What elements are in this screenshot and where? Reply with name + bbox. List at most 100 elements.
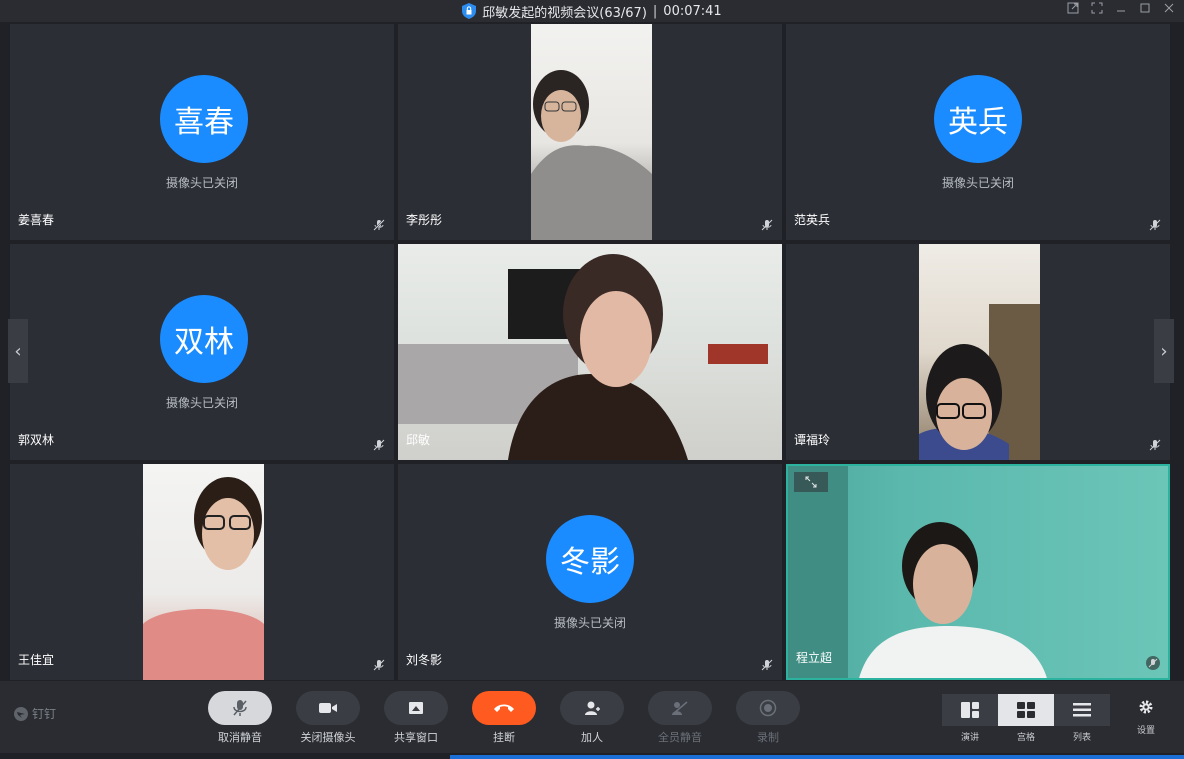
shield-lock-icon — [462, 3, 477, 19]
view-speaker-box[interactable] — [942, 694, 998, 726]
participant-tile[interactable]: 邱敏 — [398, 244, 782, 460]
participant-name: 郭双林 — [18, 433, 55, 447]
window-controls — [1066, 2, 1176, 18]
person-silhouette — [919, 304, 1040, 460]
person-silhouette — [788, 466, 1047, 678]
next-page-button[interactable]: › — [1154, 319, 1174, 383]
camera-off-label: 摄像头已关闭 — [165, 176, 238, 190]
participant-tile[interactable]: 谭福玲 — [786, 244, 1170, 460]
muted-mic-icon — [761, 219, 773, 231]
avatar: 喜春 — [160, 75, 248, 163]
participant-tile[interactable]: 程立超 — [786, 464, 1170, 680]
avatar: 双林 — [160, 295, 248, 383]
muted-mic-icon — [1149, 219, 1161, 231]
participant-name: 邱敏 — [406, 433, 431, 447]
camera-off-label: 摄像头已关闭 — [941, 176, 1014, 190]
share-window-label: 共享窗口 — [394, 731, 438, 744]
camera-off-label: 关闭摄像头 — [300, 731, 356, 744]
mute-all-pill[interactable] — [648, 691, 712, 725]
popout-icon[interactable] — [1066, 2, 1080, 18]
meeting-title: 邱敏发起的视频会议(63/67) — [482, 5, 647, 21]
hangup-icon — [494, 704, 514, 712]
add-person-button[interactable]: 加人 — [560, 691, 624, 745]
list-layout-icon — [1073, 703, 1091, 717]
camera-off-label: 摄像头已关闭 — [553, 616, 626, 630]
participant-tile[interactable]: 王佳宜 — [10, 464, 394, 680]
share-icon — [409, 702, 423, 714]
participant-name: 王佳宜 — [18, 653, 55, 667]
muted-mic-icon — [373, 219, 385, 231]
mic-icon — [233, 700, 247, 716]
camera-pill[interactable] — [296, 691, 360, 725]
add-user-icon — [585, 701, 600, 715]
video-grid: 喜春 摄像头已关闭 姜喜春 李彤彤 英兵 摄像头已关闭 范英兵 双林 摄像头已关… — [8, 22, 1174, 680]
camera-icon — [319, 703, 337, 713]
prev-page-button[interactable]: ‹ — [8, 319, 28, 383]
view-speaker[interactable]: 演讲 — [942, 694, 998, 743]
gear-icon — [1139, 700, 1153, 714]
view-grid-label: 宫格 — [1016, 733, 1035, 743]
view-list[interactable]: 列表 — [1054, 694, 1110, 743]
hangup-pill[interactable] — [472, 691, 536, 725]
hangup-label: 挂断 — [493, 731, 515, 744]
minimize-icon[interactable] — [1114, 2, 1128, 18]
speaker-layout-icon — [961, 702, 979, 718]
expand-icon[interactable] — [794, 472, 828, 492]
participant-video — [919, 244, 1040, 460]
meeting-timer: 00:07:41 — [663, 3, 722, 19]
control-bar: 钉钉 取消静音 关闭摄像头 共享窗口 挂断 加人 全员静音 录制 演讲 宫格 列… — [0, 681, 1184, 753]
record-icon — [759, 699, 777, 717]
participant-name: 程立超 — [796, 651, 833, 665]
share-window-button[interactable]: 共享窗口 — [384, 691, 448, 745]
participant-video — [398, 244, 782, 460]
muted-mic-icon — [1149, 439, 1161, 451]
view-grid-box[interactable] — [998, 694, 1054, 726]
participant-tile[interactable]: 双林 摄像头已关闭 郭双林 — [10, 244, 394, 460]
camera-off-label: 摄像头已关闭 — [165, 396, 238, 410]
participant-tile[interactable]: 李彤彤 — [398, 24, 782, 240]
hangup-button[interactable]: 挂断 — [472, 691, 536, 745]
person-silhouette — [531, 70, 652, 240]
avatar: 英兵 — [934, 75, 1022, 163]
unmute-label: 取消静音 — [218, 731, 262, 744]
participant-name: 范英兵 — [794, 213, 831, 227]
unmute-button[interactable]: 取消静音 — [208, 691, 272, 745]
bottom-strip — [0, 753, 1184, 759]
fullscreen-icon[interactable] — [1090, 2, 1104, 18]
settings-label: 设置 — [1136, 726, 1155, 736]
muted-mic-icon — [761, 659, 773, 671]
view-list-label: 列表 — [1072, 733, 1091, 743]
participant-tile[interactable]: 英兵 摄像头已关闭 范英兵 — [786, 24, 1170, 240]
muted-mic-icon — [1146, 656, 1160, 670]
participant-name: 谭福玲 — [794, 433, 831, 447]
participant-video — [143, 464, 264, 680]
add-person-pill[interactable] — [560, 691, 624, 725]
view-grid[interactable]: 宫格 — [998, 694, 1054, 743]
unmute-pill[interactable] — [208, 691, 272, 725]
participant-tile[interactable]: 喜春 摄像头已关闭 姜喜春 — [10, 24, 394, 240]
share-pill[interactable] — [384, 691, 448, 725]
close-icon[interactable] — [1162, 2, 1176, 18]
participant-name: 姜喜春 — [18, 213, 55, 227]
dingtalk-logo-icon — [14, 706, 28, 721]
title-bar: 邱敏发起的视频会议(63/67) | 00:07:41 — [0, 0, 1184, 22]
participant-tile[interactable]: 冬影 摄像头已关闭 刘冬影 — [398, 464, 782, 680]
record-button[interactable]: 录制 — [736, 691, 800, 745]
camera-off-button[interactable]: 关闭摄像头 — [296, 691, 360, 745]
maximize-icon[interactable] — [1138, 2, 1152, 18]
record-pill[interactable] — [736, 691, 800, 725]
person-silhouette — [143, 477, 264, 680]
title-separator: | — [652, 3, 658, 19]
participant-video — [531, 24, 652, 240]
mute-all-button[interactable]: 全员静音 — [648, 691, 712, 745]
participant-name: 李彤彤 — [406, 213, 443, 227]
brand-name: 钉钉 — [32, 707, 57, 721]
grid-layout-icon — [1017, 702, 1035, 718]
add-person-label: 加人 — [581, 731, 603, 744]
view-list-box[interactable] — [1054, 694, 1110, 726]
title-wrap: 邱敏发起的视频会议(63/67) | 00:07:41 — [462, 2, 722, 21]
settings-button[interactable]: 设置 — [1128, 699, 1164, 736]
bottom-accent-bar — [450, 755, 1184, 759]
participant-name: 刘冬影 — [406, 653, 443, 667]
muted-mic-icon — [373, 439, 385, 451]
